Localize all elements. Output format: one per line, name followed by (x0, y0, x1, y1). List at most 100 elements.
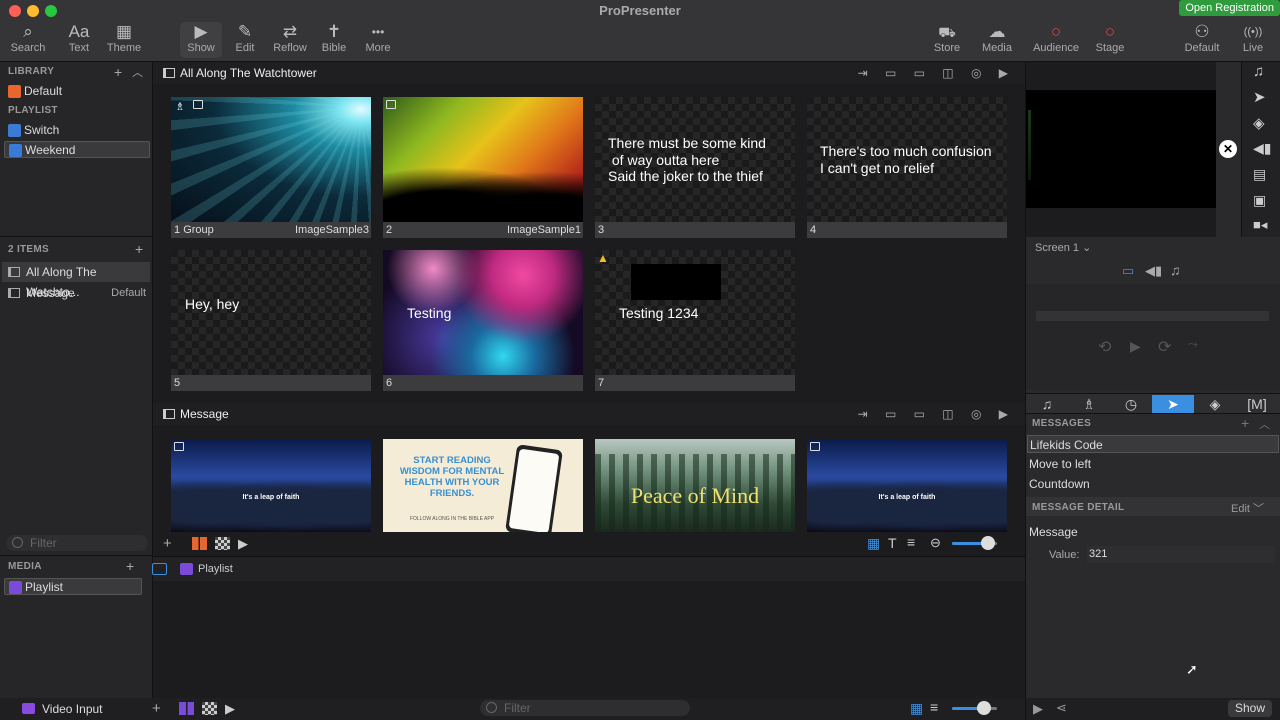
add-button[interactable]: + (163, 535, 172, 552)
forward-transport-icon[interactable]: ⟳ (1158, 337, 1171, 357)
add-media-item-button[interactable]: + (152, 700, 161, 717)
transport-area (1026, 284, 1280, 390)
playlist-item-switch[interactable]: Switch (4, 122, 150, 139)
scrub-bar[interactable] (1036, 311, 1269, 321)
slide-7[interactable]: Testing 1234 7 ▲ (595, 250, 795, 391)
add-item-button[interactable]: + (135, 241, 143, 257)
screen-layer-icon[interactable]: ▭ (1122, 263, 1134, 279)
tab-props[interactable]: ◈ (1194, 395, 1236, 413)
forward-icon[interactable]: ▶ (238, 536, 248, 552)
collapse-messages-icon[interactable]: ︿ (1259, 416, 1270, 432)
screen-selector[interactable]: Screen 1 ⌄ (1035, 241, 1091, 254)
timer-icon: ◷ (1124, 396, 1138, 412)
app-title: ProPresenter (599, 3, 681, 18)
text-button[interactable]: Aa Text (62, 22, 96, 54)
video-input-item[interactable]: Video Input (0, 698, 153, 720)
clear-all-button[interactable]: ✕ (1219, 140, 1237, 158)
message-slide-2[interactable]: START READING WISDOM FOR MENTAL HEALTH W… (383, 439, 583, 532)
music-icon[interactable]: ♫ (1253, 63, 1264, 80)
library-item-default[interactable]: Default (4, 83, 150, 100)
media-filter-input[interactable]: Filter (480, 700, 690, 716)
sidebar-toggle-icon[interactable] (152, 563, 167, 575)
message-label: Lifekids Code (1030, 438, 1103, 452)
message-slide-1[interactable]: It's a leap of faith (171, 439, 371, 532)
message-item-lifekids[interactable]: Lifekids Code (1027, 435, 1279, 453)
media-item-playlist[interactable]: Playlist (4, 578, 142, 595)
media-zoom-slider-thumb[interactable] (977, 701, 991, 715)
image-icon[interactable]: ▣ (1253, 192, 1266, 209)
add-media-button[interactable]: + (126, 558, 134, 574)
audience-button[interactable]: ○ Audience (1030, 22, 1082, 54)
trigger-icon[interactable]: ▶ (1033, 701, 1043, 717)
media-list-view-icon[interactable]: ≡ (930, 699, 938, 715)
media-zoom-slider[interactable] (952, 701, 997, 715)
checker-icon[interactable] (215, 537, 230, 550)
announce-layer-icon[interactable]: ◀▮ (1145, 263, 1162, 279)
options-icon[interactable]: ⊖ (930, 535, 941, 551)
message-slide-3[interactable]: Peace of Mind (595, 439, 795, 532)
playlist-item-weekend[interactable]: Weekend (4, 141, 150, 158)
show-message-button[interactable]: Show (1228, 700, 1272, 717)
message-item-countdown[interactable]: Countdown (1027, 475, 1279, 493)
audio-layer-icon[interactable]: ♫ (1170, 262, 1181, 278)
message-item-move-left[interactable]: Move to left (1027, 455, 1279, 473)
tab-timers[interactable]: ◷ (1110, 395, 1152, 413)
media-grid-view-icon[interactable]: ▦ (910, 700, 923, 717)
add-library-button[interactable]: + (114, 64, 122, 80)
theme-button[interactable]: ▦ Theme (104, 22, 144, 54)
more-button[interactable]: ••• More (360, 22, 396, 54)
tab-stage[interactable]: ♗ (1068, 395, 1110, 413)
grid-view-icon[interactable]: ▦ (867, 535, 880, 552)
slide-4[interactable]: There's too much confusion I can't get n… (807, 97, 1007, 238)
add-message-button[interactable]: + (1241, 415, 1249, 431)
slide-1[interactable]: 1 Group ImageSample3 ♗ (171, 97, 371, 238)
list-view-icon[interactable]: ≡ (907, 534, 915, 550)
zoom-slider[interactable] (952, 536, 997, 550)
presentation-header-icons[interactable]: ⇥ ▭ ▭ ◫ ◎ ▶ (858, 62, 1015, 84)
slide-label: 4 (807, 222, 1007, 238)
video-icon[interactable]: ■◂ (1253, 217, 1267, 233)
media-color-icon[interactable] (179, 702, 194, 715)
reflow-button[interactable]: ⇄ Reflow (270, 22, 310, 54)
playlist-entry-watchtower[interactable]: All Along The Watchto... (2, 262, 150, 299)
live-button[interactable]: ((•)) Live (1236, 22, 1270, 54)
message-header-icons[interactable]: ⇥ ▭ ▭ ◫ ◎ ▶ (858, 403, 1015, 425)
color-icon[interactable] (192, 537, 207, 550)
collapse-icon[interactable]: ︿ (132, 64, 143, 80)
playlist-entry-message[interactable]: Message Default (2, 283, 150, 303)
slide-2[interactable]: 2 ImageSample1 (383, 97, 583, 238)
zoom-slider-thumb[interactable] (981, 536, 995, 550)
black-box (631, 264, 721, 300)
play-transport-icon[interactable]: ▶ (1130, 338, 1141, 355)
megaphone-icon[interactable]: ◀▮ (1253, 140, 1271, 157)
media-button[interactable]: ☁ Media (978, 22, 1016, 54)
message-slide-4[interactable]: It's a leap of faith (807, 439, 1007, 532)
open-registration-button[interactable]: Open Registration (1179, 0, 1280, 16)
slide-3[interactable]: There must be some kind of way outta her… (595, 97, 795, 238)
store-button[interactable]: ⛟ Store (928, 22, 966, 54)
show-button[interactable]: ▶ Show (180, 22, 222, 58)
detail-edit-button[interactable]: Edit ﹀ (1231, 500, 1264, 516)
slide-6[interactable]: Testing 6 (383, 250, 583, 391)
layers-icon[interactable]: ◈ (1253, 114, 1265, 132)
slide-5[interactable]: Hey, hey 5 (171, 250, 371, 391)
tab-macros[interactable]: [M] (1236, 395, 1278, 413)
edit-button[interactable]: ✎ Edit (228, 22, 262, 54)
media-bin-playlist[interactable]: Playlist (180, 562, 233, 576)
bible-button[interactable]: ✝ Bible (317, 22, 351, 54)
items-filter-input[interactable]: Filter (6, 535, 148, 551)
value-input[interactable]: 321 (1087, 546, 1275, 563)
stage-button[interactable]: ○ Stage (1090, 22, 1130, 54)
announce-icon[interactable]: ➤ (1253, 88, 1266, 106)
skip-icon[interactable]: ⤳ (1188, 337, 1198, 352)
media-checker-icon[interactable] (202, 702, 217, 715)
props-icon[interactable]: ▤ (1253, 166, 1266, 183)
share-icon[interactable]: ⋖ (1056, 700, 1067, 716)
rewind-icon[interactable]: ⟲ (1098, 337, 1111, 357)
search-button[interactable]: ⌕ Search (8, 22, 48, 54)
text-view-icon[interactable]: T (888, 535, 897, 551)
default-look-button[interactable]: ⚇ Default (1180, 22, 1224, 54)
tab-audio[interactable]: ♫ (1026, 395, 1068, 413)
media-forward-icon[interactable]: ▶ (225, 701, 235, 717)
tab-messages[interactable]: ➤ (1152, 395, 1194, 413)
